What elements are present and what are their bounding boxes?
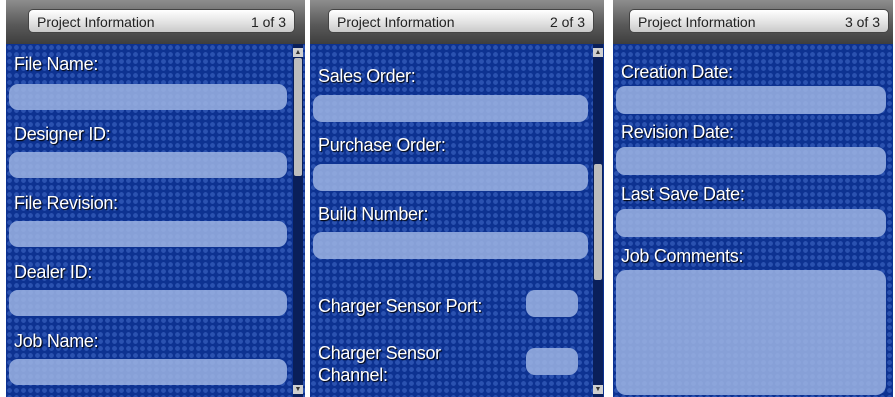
form-area: Sales Order: Purchase Order: Build Numbe… — [310, 44, 604, 397]
file-revision-label: File Revision: — [14, 193, 118, 213]
charger-sensor-port-label: Charger Sensor Port: — [318, 296, 483, 316]
build-number-label: Build Number: — [318, 204, 429, 224]
sales-order-input[interactable] — [313, 95, 588, 122]
job-comments-label: Job Comments: — [621, 246, 744, 266]
sales-order-label: Sales Order: — [318, 66, 416, 86]
revision-date-input[interactable] — [616, 147, 886, 175]
form-area: Creation Date: Revision Date: Last Save … — [613, 44, 893, 397]
scroll-up-button[interactable]: ▲ — [593, 48, 603, 57]
header-title: Project Information — [37, 14, 155, 30]
page-indicator: 2 of 3 — [549, 14, 585, 30]
creation-date-label: Creation Date: — [621, 62, 733, 82]
panel-header: Project Information 3 of 3 — [613, 0, 893, 44]
designer-id-input[interactable] — [9, 152, 287, 178]
file-name-label: File Name: — [14, 54, 99, 74]
panel-1: Project Information 1 of 3 File Name: De… — [6, 0, 305, 397]
page-indicator: 1 of 3 — [250, 14, 286, 30]
panel-3: Project Information 3 of 3 Creation Date… — [613, 0, 893, 397]
job-name-label: Job Name: — [14, 331, 99, 351]
scroll-down-button[interactable]: ▼ — [293, 385, 303, 394]
arrow-up-icon: ▲ — [294, 49, 302, 56]
designer-id-label: Designer ID: — [14, 124, 111, 144]
scrollbar[interactable]: ▲ ▼ — [593, 44, 603, 397]
scrollbar[interactable]: ▲ ▼ — [293, 44, 303, 397]
arrow-down-icon: ▼ — [294, 386, 302, 393]
scroll-up-button[interactable]: ▲ — [293, 48, 303, 57]
charger-sensor-channel-input[interactable] — [526, 348, 578, 375]
arrow-up-icon: ▲ — [594, 49, 602, 56]
build-number-input[interactable] — [313, 232, 588, 259]
charger-sensor-channel-label: Charger Sensor Channel: — [318, 343, 441, 385]
purchase-order-label: Purchase Order: — [318, 135, 446, 155]
panel-header: Project Information 2 of 3 — [310, 0, 604, 44]
job-comments-textarea[interactable] — [616, 270, 886, 395]
header-title-bar: Project Information 3 of 3 — [629, 9, 889, 33]
header-title-bar: Project Information 2 of 3 — [328, 9, 594, 33]
scroll-down-button[interactable]: ▼ — [593, 385, 603, 394]
last-save-date-label: Last Save Date: — [621, 184, 745, 204]
revision-date-label: Revision Date: — [621, 122, 734, 142]
page-indicator: 3 of 3 — [844, 14, 880, 30]
file-revision-input[interactable] — [9, 221, 287, 247]
creation-date-input[interactable] — [616, 86, 886, 114]
job-name-input[interactable] — [9, 359, 287, 385]
header-title: Project Information — [337, 14, 455, 30]
file-name-input[interactable] — [9, 84, 287, 110]
form-area: File Name: Designer ID: File Revision: D… — [6, 44, 305, 397]
scroll-thumb[interactable] — [594, 164, 602, 280]
header-title: Project Information — [638, 14, 756, 30]
panel-header: Project Information 1 of 3 — [6, 0, 305, 44]
last-save-date-input[interactable] — [616, 209, 886, 237]
dealer-id-label: Dealer ID: — [14, 262, 93, 282]
charger-sensor-port-input[interactable] — [526, 290, 578, 317]
arrow-down-icon: ▼ — [594, 386, 602, 393]
panel-2: Project Information 2 of 3 Sales Order: … — [310, 0, 604, 397]
scroll-thumb[interactable] — [294, 58, 302, 176]
purchase-order-input[interactable] — [313, 164, 588, 191]
dealer-id-input[interactable] — [9, 290, 287, 316]
header-title-bar: Project Information 1 of 3 — [28, 9, 295, 33]
